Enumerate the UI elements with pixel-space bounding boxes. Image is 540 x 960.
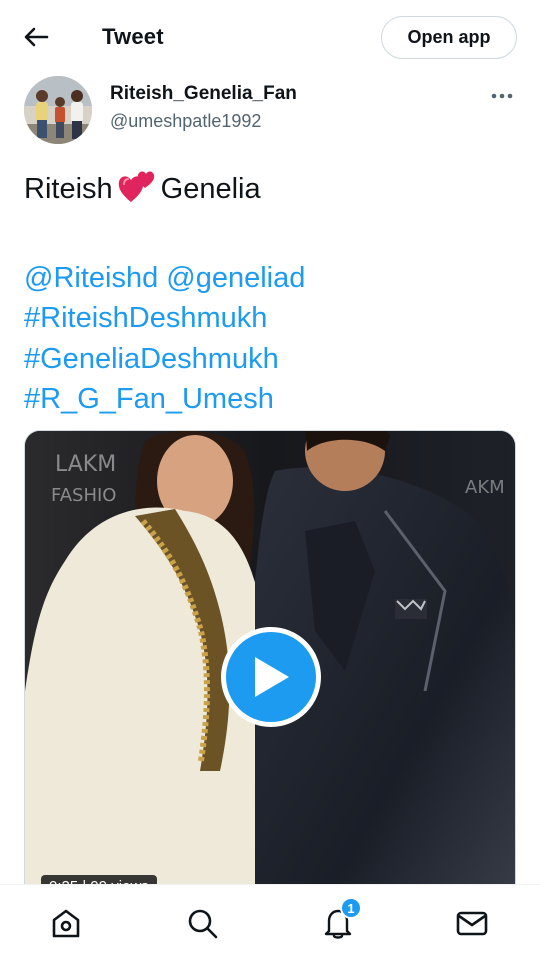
more-options-button[interactable] bbox=[490, 84, 514, 108]
arrow-left-icon bbox=[24, 27, 49, 47]
tweet-author: Riteish_Genelia_Fan @umeshpatle1992 bbox=[24, 76, 520, 146]
play-button[interactable] bbox=[221, 627, 321, 727]
page-title: Tweet bbox=[102, 24, 164, 49]
author-handle[interactable]: @umeshpatle1992 bbox=[110, 111, 261, 132]
author-display-name[interactable]: Riteish_Genelia_Fan bbox=[110, 83, 297, 105]
notifications-count-badge: 1 bbox=[340, 897, 362, 919]
hashtag-geneliadeshmukh-link[interactable]: #GeneliaDeshmukh bbox=[24, 343, 279, 375]
nav-messages[interactable] bbox=[452, 903, 492, 943]
hashtag-rgfanumesh-link[interactable]: #R_G_Fan_Umesh bbox=[24, 383, 274, 415]
svg-text:LAKM: LAKM bbox=[55, 452, 116, 477]
hashtag-riteishdeshmukh-link[interactable]: #RiteishDeshmukh bbox=[24, 302, 267, 334]
tweet-text-riteish: Riteish bbox=[24, 173, 113, 205]
svg-text:AKM: AKM bbox=[465, 477, 505, 498]
video-player[interactable]: LAKM FASHIO AKM 0:25 | 99 views bbox=[24, 430, 516, 930]
mention-riteishd-link[interactable]: @Riteishd bbox=[24, 262, 158, 294]
nav-home[interactable] bbox=[46, 903, 86, 943]
tweet-text: Riteish Genelia @Riteishd @geneliad #Rit… bbox=[24, 168, 520, 420]
nav-explore[interactable] bbox=[182, 903, 222, 943]
tweet-text-genelia: Genelia bbox=[160, 173, 261, 205]
home-icon bbox=[52, 909, 80, 938]
top-bar: Tweet Open app bbox=[0, 0, 540, 72]
back-button[interactable] bbox=[18, 22, 54, 52]
tweet-text-line-1: Riteish Genelia bbox=[24, 168, 520, 216]
messages-mail-icon bbox=[456, 911, 488, 936]
open-app-button[interactable]: Open app bbox=[381, 16, 517, 59]
search-icon bbox=[188, 909, 218, 939]
svg-text:FASHIO: FASHIO bbox=[51, 485, 116, 506]
mention-geneliad-link[interactable]: @geneliad bbox=[166, 262, 305, 294]
more-horizontal-icon bbox=[491, 93, 513, 99]
avatar[interactable] bbox=[24, 76, 92, 144]
play-icon bbox=[255, 657, 289, 697]
bottom-navigation: 1 bbox=[0, 884, 540, 960]
nav-notifications[interactable]: 1 bbox=[318, 897, 362, 943]
two-hearts-emoji-icon bbox=[117, 168, 157, 216]
